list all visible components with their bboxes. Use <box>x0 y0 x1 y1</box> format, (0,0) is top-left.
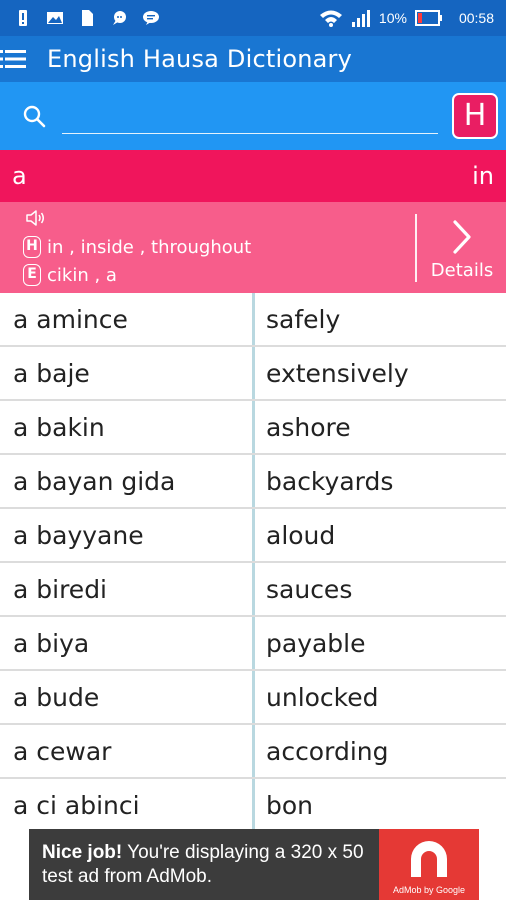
battery-icon <box>414 10 442 26</box>
message-icon <box>143 11 159 25</box>
search-input[interactable] <box>62 98 438 134</box>
signal-icon <box>351 10 370 27</box>
definition-panel: H in , inside , throughout E cikin , a D… <box>0 202 506 293</box>
search-icon <box>23 105 46 128</box>
search-bar <box>0 82 506 150</box>
hausa-word: a bayan gida <box>13 467 176 496</box>
english-word: bon <box>266 791 314 820</box>
list-item[interactable]: a biya payable <box>0 617 506 671</box>
wifi-icon <box>319 10 342 27</box>
hausa-word: a baje <box>13 359 90 388</box>
details-button[interactable]: Details <box>418 202 506 293</box>
word-list: a amince safely a baje extensively a bak… <box>0 293 506 829</box>
list-item[interactable]: a biredi sauces <box>0 563 506 617</box>
list-item[interactable]: a amince safely <box>0 293 506 347</box>
definition-line: E cikin , a <box>23 264 117 286</box>
language-badge: E <box>23 264 41 286</box>
admob-caption: AdMob by Google <box>392 885 466 895</box>
language-badge: H <box>23 236 41 258</box>
english-word: sauces <box>266 575 353 604</box>
list-item[interactable]: a bayan gida backyards <box>0 455 506 509</box>
definition-line: H in , inside , throughout <box>23 236 251 258</box>
alert-icon <box>19 10 27 26</box>
list-item[interactable]: a bayyane aloud <box>0 509 506 563</box>
english-word: unlocked <box>266 683 379 712</box>
definition-text: cikin , a <box>47 264 117 286</box>
ad-banner[interactable]: Nice job! You're displaying a 320 x 50 t… <box>29 829 479 900</box>
status-bar: 10% 00:58 <box>0 0 506 36</box>
system-icons: 10% 00:58 <box>319 8 494 28</box>
menu-icon[interactable] <box>0 48 26 70</box>
list-item[interactable]: a bude unlocked <box>0 671 506 725</box>
hausa-word: a bakin <box>13 413 105 442</box>
admob-logo: AdMob by Google <box>379 829 479 900</box>
hausa-word: a ci abinci <box>13 791 140 820</box>
hausa-word: a biya <box>13 629 90 658</box>
ad-text: Nice job! You're displaying a 320 x 50 t… <box>42 841 372 889</box>
english-word: payable <box>266 629 366 658</box>
app-bar: English Hausa Dictionary <box>0 36 506 82</box>
app-title: English Hausa Dictionary <box>47 45 352 73</box>
list-item[interactable]: a ci abinci bon <box>0 779 506 829</box>
english-word: ashore <box>266 413 351 442</box>
chat-icon <box>113 11 126 25</box>
hausa-word: a bayyane <box>13 521 144 550</box>
definition-text: in , inside , throughout <box>47 236 252 258</box>
list-item[interactable]: a baje extensively <box>0 347 506 401</box>
admob-logo-icon <box>411 841 447 877</box>
list-item[interactable]: a cewar according <box>0 725 506 779</box>
english-word: according <box>266 737 389 766</box>
details-label: Details <box>430 260 494 281</box>
file-icon <box>82 10 93 26</box>
language-toggle-button[interactable]: H <box>452 93 498 139</box>
english-word: extensively <box>266 359 409 388</box>
english-word: backyards <box>266 467 394 496</box>
selected-word-translation: in <box>472 162 494 190</box>
clock: 00:58 <box>458 10 494 26</box>
hausa-word: a biredi <box>13 575 108 604</box>
image-icon <box>47 12 63 24</box>
english-word: aloud <box>266 521 336 550</box>
divider <box>415 214 417 282</box>
notification-icons <box>14 8 160 28</box>
speaker-icon[interactable] <box>25 210 45 226</box>
english-word: safely <box>266 305 341 334</box>
chevron-right-icon <box>453 220 471 254</box>
selected-word: a <box>12 162 27 190</box>
battery-percent: 10% <box>378 10 407 26</box>
list-item[interactable]: a bakin ashore <box>0 401 506 455</box>
hausa-word: a cewar <box>13 737 112 766</box>
selected-word-header: a in <box>0 150 506 202</box>
ad-headline: Nice job! <box>42 842 123 863</box>
hausa-word: a amince <box>13 305 128 334</box>
hausa-word: a bude <box>13 683 100 712</box>
